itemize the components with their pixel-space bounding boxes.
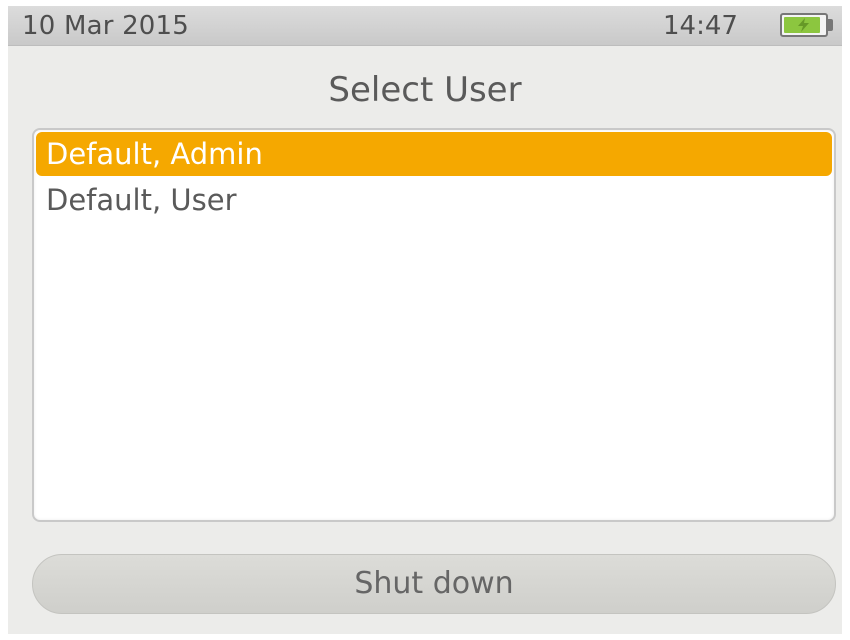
list-item-default-user[interactable]: Default, User [36, 178, 832, 222]
page-title: Select User [328, 70, 522, 110]
shutdown-button[interactable]: Shut down [32, 554, 836, 614]
status-date: 10 Mar 2015 [22, 11, 190, 41]
charging-bolt-icon [798, 18, 809, 32]
user-list[interactable]: Default, Admin Default, User [32, 128, 836, 522]
battery-cap [828, 19, 833, 31]
status-bar: 10 Mar 2015 14:47 [8, 6, 842, 46]
list-item-default-admin[interactable]: Default, Admin [36, 132, 832, 176]
status-time: 14:47 [663, 11, 738, 41]
battery-charging-icon [780, 13, 828, 37]
screen: 10 Mar 2015 14:47 Select User Default, A… [8, 6, 842, 634]
